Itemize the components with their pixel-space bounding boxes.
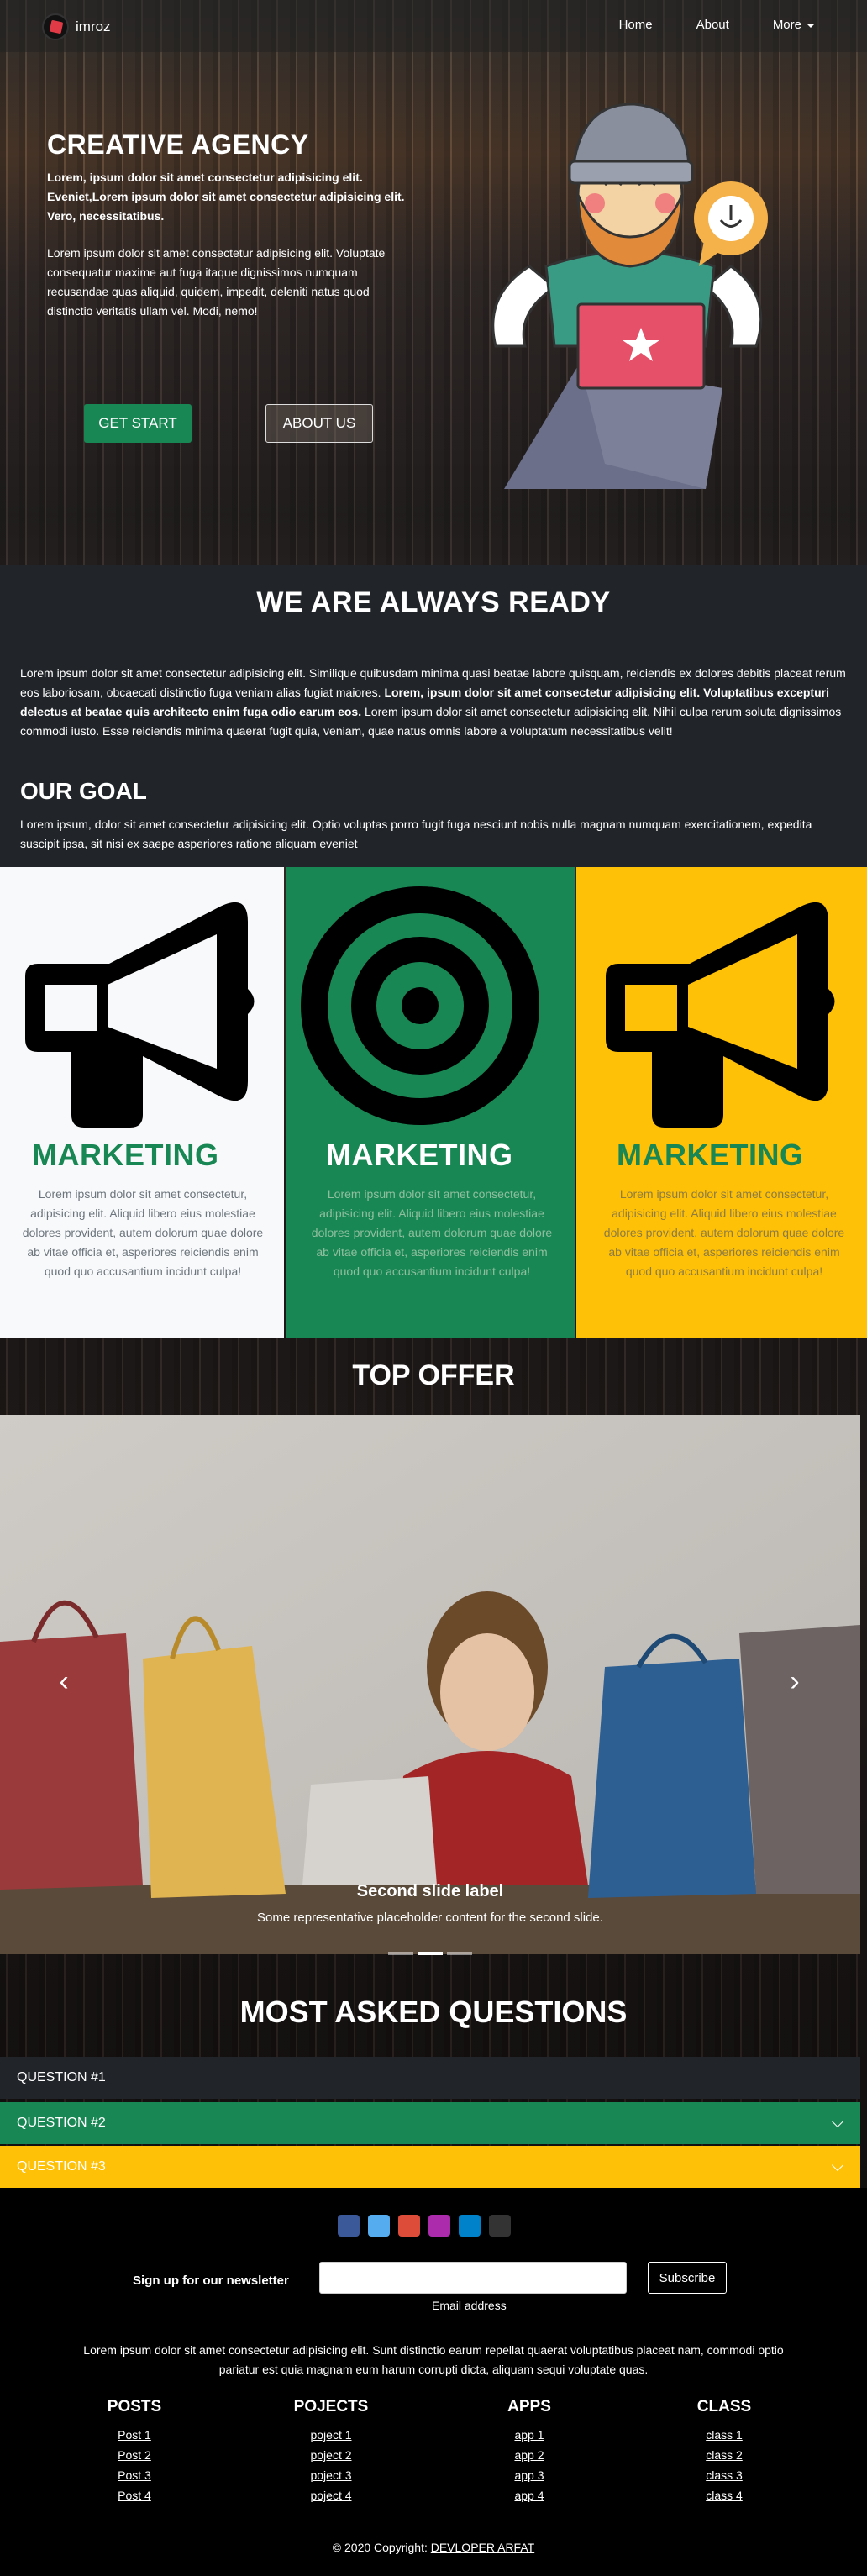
email-field[interactable] <box>319 2262 627 2294</box>
footer-link[interactable]: app 2 <box>462 2445 596 2465</box>
ready-section: WE ARE ALWAYS READY Lorem ipsum dolor si… <box>0 565 867 867</box>
hero-illustration <box>491 103 768 489</box>
copyright: © 2020 Copyright: DEVLOPER ARFAT <box>0 2541 867 2554</box>
megaphone-icon <box>25 902 255 1128</box>
linkedin-icon[interactable] <box>459 2215 481 2237</box>
chevron-down-icon <box>831 2115 844 2128</box>
email-help-text: Email address <box>432 2299 507 2312</box>
hero-section: CREATIVE AGENCY Lorem, ipsum dolor sit a… <box>0 52 867 565</box>
card-title: MARKETING <box>326 1138 513 1172</box>
footer-column-class: CLASS class 1 class 2 class 3 class 4 <box>657 2398 791 2505</box>
copyright-link[interactable]: DEVLOPER ARFAT <box>431 2541 534 2554</box>
social-buttons <box>338 2215 511 2237</box>
nav-link-home[interactable]: Home <box>619 18 653 32</box>
footer-link[interactable]: app 4 <box>462 2485 596 2505</box>
card-marketing-3: MARKETING Lorem ipsum dolor sit amet con… <box>576 867 867 1338</box>
carousel-caption-text: Some representative placeholder content … <box>257 1911 603 1925</box>
footer-column-projects: POJECTS poject 1 poject 2 poject 3 pojec… <box>264 2398 398 2505</box>
footer-column-title: POSTS <box>107 2398 162 2416</box>
card-text: Lorem ipsum dolor sit amet consectetur, … <box>603 1187 845 1278</box>
nav-links: Home About More <box>575 18 815 32</box>
copyright-prefix: © 2020 Copyright: <box>332 2541 431 2554</box>
card-title: MARKETING <box>617 1138 804 1172</box>
chevron-left-icon[interactable]: ‹ <box>55 1667 72 1695</box>
megaphone-icon <box>606 902 835 1128</box>
footer-link[interactable]: Post 4 <box>67 2485 202 2505</box>
faq-title: MOST ASKED QUESTIONS <box>239 1995 628 2029</box>
footer-link[interactable]: class 1 <box>657 2425 791 2445</box>
hero-lead: Lorem, ipsum dolor sit amet consectetur … <box>47 171 405 223</box>
twitter-icon[interactable] <box>368 2215 390 2237</box>
footer-link[interactable]: class 3 <box>657 2465 791 2485</box>
card-text: Lorem ipsum dolor sit amet consectetur, … <box>311 1187 553 1278</box>
footer-column-title: POJECTS <box>293 2398 369 2416</box>
facebook-icon[interactable] <box>338 2215 360 2237</box>
card-text: Lorem ipsum dolor sit amet consectetur, … <box>22 1187 264 1278</box>
ready-title: WE ARE ALWAYS READY <box>256 586 611 618</box>
footer-link[interactable]: poject 1 <box>264 2425 398 2445</box>
faq-question-label: QUESTION #3 <box>17 2159 106 2174</box>
footer: Sign up for our newsletter Email address… <box>0 2188 867 2576</box>
card-marketing-1: MARKETING Lorem ipsum dolor sit amet con… <box>0 867 284 1338</box>
subscribe-button[interactable]: Subscribe <box>648 2262 727 2294</box>
carousel-caption-title: Second slide label <box>356 1882 504 1900</box>
footer-link[interactable]: app 1 <box>462 2425 596 2445</box>
footer-text: Lorem ipsum dolor sit amet consectetur a… <box>83 2343 784 2376</box>
card-marketing-2: MARKETING Lorem ipsum dolor sit amet con… <box>286 867 575 1338</box>
footer-link[interactable]: class 4 <box>657 2485 791 2505</box>
about-us-button[interactable]: ABOUT US <box>265 404 373 443</box>
footer-link[interactable]: class 2 <box>657 2445 791 2465</box>
offer-carousel: ‹ › Second slide label Some representati… <box>0 1415 860 1954</box>
footer-link[interactable]: poject 4 <box>264 2485 398 2505</box>
navbar: imroz Home About More <box>0 0 867 52</box>
footer-link[interactable]: poject 3 <box>264 2465 398 2485</box>
goal-title: OUR GOAL <box>20 778 147 804</box>
caret-down-icon <box>807 23 815 28</box>
google-icon[interactable] <box>398 2215 420 2237</box>
instagram-icon[interactable] <box>428 2215 450 2237</box>
brand-name: imroz <box>76 18 111 34</box>
card-title: MARKETING <box>32 1138 219 1172</box>
footer-link[interactable]: Post 1 <box>67 2425 202 2445</box>
nav-link-more-label: More <box>772 18 801 32</box>
footer-column-apps: APPS app 1 app 2 app 3 app 4 <box>462 2398 596 2505</box>
carousel-slide-image <box>0 1415 860 1954</box>
footer-column-title: APPS <box>507 2398 551 2416</box>
cards-section: MARKETING Lorem ipsum dolor sit amet con… <box>0 867 867 1338</box>
brand[interactable]: imroz <box>42 13 111 40</box>
brand-logo-icon <box>42 13 69 40</box>
footer-column-title: CLASS <box>696 2398 752 2416</box>
top-offer-title: TOP OFFER <box>352 1359 515 1391</box>
nav-link-about[interactable]: About <box>696 18 729 32</box>
goal-text: Lorem ipsum, dolor sit amet consectetur … <box>20 817 812 850</box>
faq-question-label: QUESTION #1 <box>17 2070 106 2084</box>
get-start-button[interactable]: GET START <box>84 404 192 443</box>
footer-link[interactable]: Post 2 <box>67 2445 202 2465</box>
ready-text: Lorem ipsum dolor sit amet consectetur a… <box>20 664 847 741</box>
newsletter-label: Sign up for our newsletter <box>133 2274 289 2288</box>
hero-text: Lorem ipsum dolor sit amet consectetur a… <box>47 246 386 318</box>
footer-link[interactable]: poject 2 <box>264 2445 398 2465</box>
github-icon[interactable] <box>489 2215 511 2237</box>
faq-question-3[interactable]: QUESTION #3 <box>0 2146 860 2188</box>
target-icon <box>301 886 539 1125</box>
carousel-indicator-1[interactable] <box>388 1952 413 1955</box>
faq-question-2[interactable]: QUESTION #2 <box>0 2102 860 2144</box>
chevron-down-icon <box>831 2158 844 2172</box>
carousel-indicator-3[interactable] <box>447 1952 472 1955</box>
hero-title: CREATIVE AGENCY <box>47 129 309 160</box>
faq-question-1[interactable]: QUESTION #1 <box>0 2057 860 2099</box>
footer-column-posts: POSTS Post 1 Post 2 Post 3 Post 4 <box>67 2398 202 2505</box>
footer-link[interactable]: app 3 <box>462 2465 596 2485</box>
nav-dropdown-more[interactable]: More <box>773 18 815 32</box>
carousel-indicator-2[interactable] <box>418 1952 443 1955</box>
chevron-right-icon[interactable]: › <box>786 1667 803 1695</box>
footer-link[interactable]: Post 3 <box>67 2465 202 2485</box>
faq-question-label: QUESTION #2 <box>17 2116 106 2130</box>
